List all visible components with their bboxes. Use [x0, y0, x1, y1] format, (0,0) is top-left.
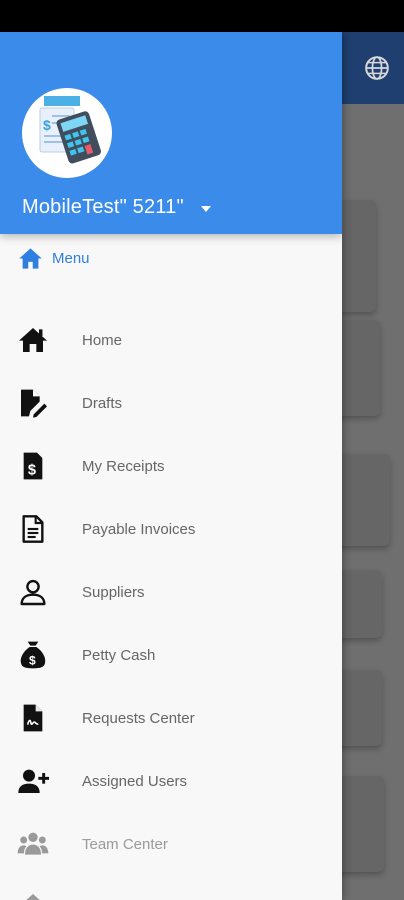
partial-nav-icon [26, 894, 40, 900]
nav-item-drafts[interactable]: Drafts [0, 378, 342, 428]
nav-item-suppliers[interactable]: Suppliers [0, 567, 342, 617]
menu-label: Menu [52, 249, 90, 267]
account-name[interactable]: MobileTest" 5211" [22, 196, 184, 219]
navigation-drawer: $ MobileTest" 5211" Menu Home Drafts $ M… [0, 32, 342, 900]
nav-item-label: My Receipts [82, 457, 165, 475]
nav-item-label: Requests Center [82, 709, 195, 727]
status-bar [0, 0, 404, 32]
add-user-icon [18, 769, 49, 793]
nav-item-home[interactable]: Home [0, 315, 342, 365]
menu-link[interactable]: Menu [17, 244, 90, 272]
group-icon [17, 832, 49, 855]
nav-item-payable-invoices[interactable]: Payable Invoices [0, 504, 342, 554]
money-bag-icon: $ [20, 641, 46, 669]
nav-item-requests-center[interactable]: Requests Center [0, 693, 342, 743]
receipt-dollar-icon: $ [23, 452, 43, 480]
person-outline-icon [20, 579, 46, 606]
calculator-invoice-logo-icon: $ [39, 96, 101, 164]
nav-item-team-center[interactable]: Team Center [0, 819, 342, 869]
home-icon [19, 328, 47, 352]
nav-item-label: Payable Invoices [82, 520, 196, 538]
nav-item-label: Drafts [82, 394, 123, 412]
app-logo: $ [22, 88, 112, 178]
nav-item-label: Home [82, 331, 123, 349]
signed-document-icon [23, 704, 43, 732]
home-icon [19, 247, 42, 269]
draft-edit-icon [21, 389, 47, 418]
nav-item-my-receipts[interactable]: $ My Receipts [0, 441, 342, 491]
svg-text:$: $ [43, 117, 51, 133]
nav-item-assigned-users[interactable]: Assigned Users [0, 756, 342, 806]
globe-icon[interactable] [364, 55, 390, 81]
svg-text:$: $ [29, 653, 36, 667]
invoice-document-icon [22, 515, 44, 543]
nav-item-label: Suppliers [82, 583, 145, 601]
nav-item-label: Assigned Users [82, 772, 188, 790]
nav-item-petty-cash[interactable]: $ Petty Cash [0, 630, 342, 680]
nav-item-label: Team Center [82, 835, 168, 853]
drawer-header: $ MobileTest" 5211" [0, 32, 342, 234]
nav-item-label: Petty Cash [82, 646, 156, 664]
svg-text:$: $ [28, 463, 36, 479]
caret-down-icon[interactable] [199, 202, 213, 216]
